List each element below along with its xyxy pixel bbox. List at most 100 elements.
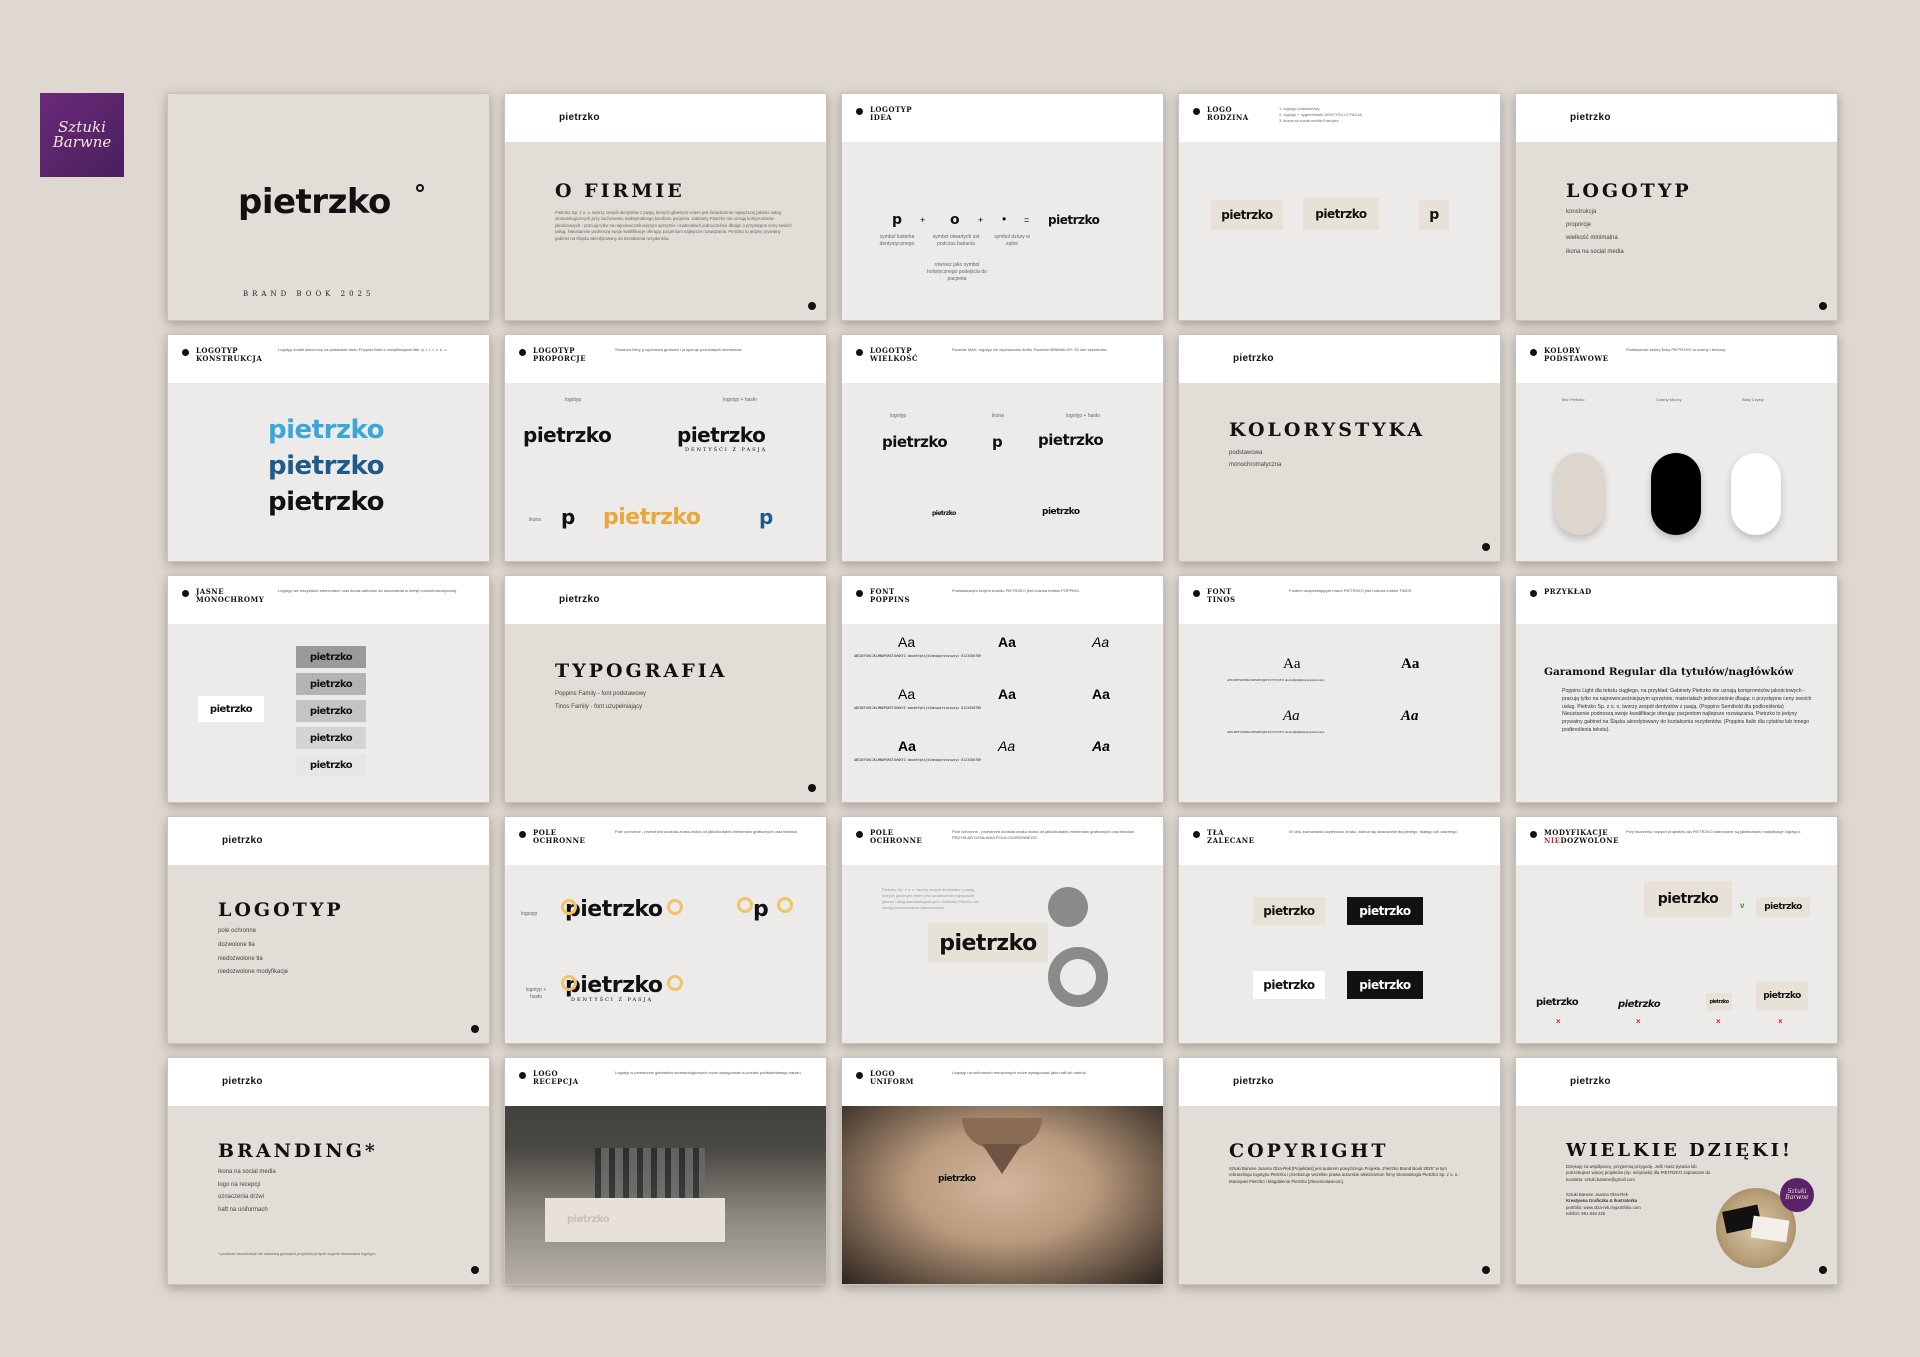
slide-logotyp-idea[interactable]: LOGOTYP IDEA p + o + • = pietrzko symbol … — [841, 93, 1164, 321]
correct-logo-small: pietrzko — [1756, 897, 1810, 917]
idea-o: o — [950, 212, 960, 228]
slide-heading: FONT POPPINS — [870, 587, 911, 605]
bullet-dot-icon — [1530, 590, 1537, 597]
uniform-logo: pietrzko — [938, 1174, 976, 1184]
bullet-dot-icon — [856, 108, 863, 115]
deco-circle-icon — [1048, 887, 1088, 927]
clearspace-circle-icon — [777, 897, 793, 913]
swatch-black — [1651, 453, 1701, 535]
slide-logotyp-rules[interactable]: pietrzko LOGOTYP pole ochronne dozwolone … — [167, 816, 490, 1044]
deco-ring-icon — [1048, 947, 1108, 1007]
slide-logo-uniform[interactable]: pietrzko LOGO UNIFORM Logotyp na uniforma… — [841, 1057, 1164, 1285]
slide-heading: LOGO UNIFORM — [870, 1069, 914, 1087]
min-logo: pietrzko — [932, 510, 956, 517]
bg-black-example-2: pietrzko — [1347, 971, 1423, 999]
bullet-dot-icon — [856, 1072, 863, 1079]
slide-o-firmie[interactable]: pietrzko O FIRMIE Pietrzko Sp. z o. o. t… — [504, 93, 827, 321]
cover-logo: pietrzko — [238, 182, 391, 222]
slide-proporcje[interactable]: LOGOTYP PROPORCJE Struktura litery p wyzn… — [504, 334, 827, 562]
logo-variant-2: pietrzko — [1303, 198, 1379, 230]
bullet-dot-icon — [519, 831, 526, 838]
slide-pole-ochronne-1[interactable]: POLE OCHRONNE Pole ochronne - przestrzeń … — [504, 816, 827, 1044]
bg-black-example: pietrzko — [1347, 897, 1423, 925]
slide-heading: LOGO RODZINA — [1207, 105, 1249, 123]
slide-heading: LOGO RECEPCJA — [533, 1069, 579, 1087]
slide-title: KOLORYSTYKA — [1229, 419, 1426, 441]
clearspace-circle-icon — [737, 897, 753, 913]
wrong-logo-3: pietrzko — [1706, 993, 1732, 1011]
slide-typografia[interactable]: pietrzko TYPOGRAFIA Poppins Family - fon… — [504, 575, 827, 803]
slide-kolorystyka[interactable]: pietrzko KOLORYSTYKA podstawowa monochrom… — [1178, 334, 1501, 562]
swatch-white — [1731, 453, 1781, 535]
slide-logo-recepcja[interactable]: pietrzko LOGO RECEPCJA Logotyp w przestrz… — [504, 1057, 827, 1285]
mono-box-5: pietrzko — [296, 754, 366, 776]
slide-modyfikacje[interactable]: MODYFIKACJE NIEDOZWOLONE Przy tworzeniu n… — [1515, 816, 1838, 1044]
bullet-dot-icon — [1193, 831, 1200, 838]
slide-title: WIELKIE DZIĘKI! — [1566, 1140, 1793, 1161]
clearspace-circle-icon — [561, 899, 577, 915]
clearspace-circle-icon — [561, 975, 577, 991]
slide-heading: POLE OCHRONNE — [870, 828, 923, 846]
slide-logo-rodzina[interactable]: LOGO RODZINA 1. logotyp podstawowy 2. logo… — [1178, 93, 1501, 321]
example-body: Poppins Light dla tekstu ciągłego, na pr… — [1562, 688, 1812, 733]
bullet-dot-icon — [1819, 1266, 1827, 1274]
mini-logo: pietrzko — [559, 112, 600, 123]
copyright-text: Sztuki Barwne Joanna Olza-Rek [Projektan… — [1229, 1166, 1460, 1184]
proportion-logo-tagline: pietrzko — [677, 423, 766, 447]
slide-konstrukcja[interactable]: LOGOTYP KONSTRUKCJA Logotyp został stworz… — [167, 334, 490, 562]
slide-title: TYPOGRAFIA — [555, 660, 728, 682]
slide-monochromy[interactable]: JASNE MONOCHROMY Logotyp we wszystkich el… — [167, 575, 490, 803]
bullet-dot-icon — [1482, 543, 1490, 551]
bullet-dot-icon — [1193, 108, 1200, 115]
proportion-icon-blue: p — [759, 505, 773, 529]
slide-list: konstrukcja proporcje wielkość minimalna ik… — [1566, 209, 1624, 255]
slide-title: COPYRIGHT — [1229, 1140, 1389, 1162]
slide-heading: LOGOTYP WIELKOŚĆ — [870, 346, 919, 364]
idea-p: p — [892, 212, 902, 228]
slide-copyright[interactable]: pietrzko COPYRIGHT Sztuki Barwne Joanna … — [1178, 1057, 1501, 1285]
slide-dzieki[interactable]: pietrzko WIELKIE DZIĘKI! Dziękuję za wsp… — [1515, 1057, 1838, 1285]
slide-logotyp-intro[interactable]: pietrzko LOGOTYP konstrukcja proporcje wie… — [1515, 93, 1838, 321]
bullet-dot-icon — [182, 590, 189, 597]
studio-logo: Sztuki Barwne — [40, 93, 124, 177]
slide-kolory[interactable]: KOLORY PODSTAWOWE Podstawowe kolory firmy… — [1515, 334, 1838, 562]
slide-title: LOGOTYP — [218, 899, 344, 921]
bullet-dot-icon — [1193, 590, 1200, 597]
slide-wielkosc[interactable]: LOGOTYP WIELKOŚĆ Rozmiar MAX: logotyp nie… — [841, 334, 1164, 562]
slide-text: Pietrzko Sp. z o. o. tworzy zespół denty… — [555, 210, 792, 241]
slide-tla-zalecane[interactable]: TŁA ZALECANE W celu zachowania czytelnośc… — [1178, 816, 1501, 1044]
construction-logo-blue: pietrzko — [268, 415, 385, 445]
size-icon: p — [992, 433, 1003, 451]
bullet-dot-icon — [519, 349, 526, 356]
bullet-dot-icon — [471, 1266, 479, 1274]
wrong-logo-1: pietrzko — [1536, 997, 1579, 1008]
studio-badge: Sztuki Barwne — [1780, 1178, 1814, 1212]
slide-grid: pietrzko BRAND BOOK 2025 pietrzko O FIRM… — [167, 93, 1838, 1285]
slide-font-tinos[interactable]: FONT TINOS Fontem uzupełniającym brand PI… — [1178, 575, 1501, 803]
slide-heading: PRZYKŁAD — [1544, 587, 1592, 596]
bullet-dot-icon — [182, 349, 189, 356]
clearspace-example: pietrzko — [928, 923, 1048, 963]
slide-heading: LOGOTYP PROPORCJE — [533, 346, 587, 364]
mono-white-box: pietrzko — [198, 696, 264, 722]
bullet-dot-icon — [808, 302, 816, 310]
check-icon: v — [1740, 901, 1745, 910]
thanks-text: Dziękuję za współpracę, przyjemną przygo… — [1566, 1164, 1711, 1182]
bullet-dot-icon — [471, 1025, 479, 1033]
slide-heading: JASNE MONOCHROMY — [196, 587, 265, 605]
clearspace-circle-icon — [667, 899, 683, 915]
slide-heading: LOGOTYP KONSTRUKCJA — [196, 346, 263, 364]
slide-pole-ochronne-2[interactable]: POLE OCHRONNE Pole ochronne - przestrzeń … — [841, 816, 1164, 1044]
slide-title: LOGOTYP — [1566, 180, 1692, 202]
bullet-dot-icon — [856, 590, 863, 597]
slide-font-poppins[interactable]: FONT POPPINS Podstawowym krojem brandu PI… — [841, 575, 1164, 803]
idea-dot: • — [1002, 212, 1007, 226]
clearspace-logo: pietrzko — [565, 897, 663, 922]
slide-branding[interactable]: pietrzko BRANDING* ikona na social media… — [167, 1057, 490, 1285]
slide-cover[interactable]: pietrzko BRAND BOOK 2025 — [167, 93, 490, 321]
logo-dot-icon — [416, 184, 424, 192]
bullet-dot-icon — [1819, 302, 1827, 310]
slide-title: O FIRMIE — [555, 180, 685, 202]
slide-przyklad[interactable]: PRZYKŁAD Garamond Regular dla tytułów/na… — [1515, 575, 1838, 803]
swatch-beige — [1554, 453, 1604, 535]
